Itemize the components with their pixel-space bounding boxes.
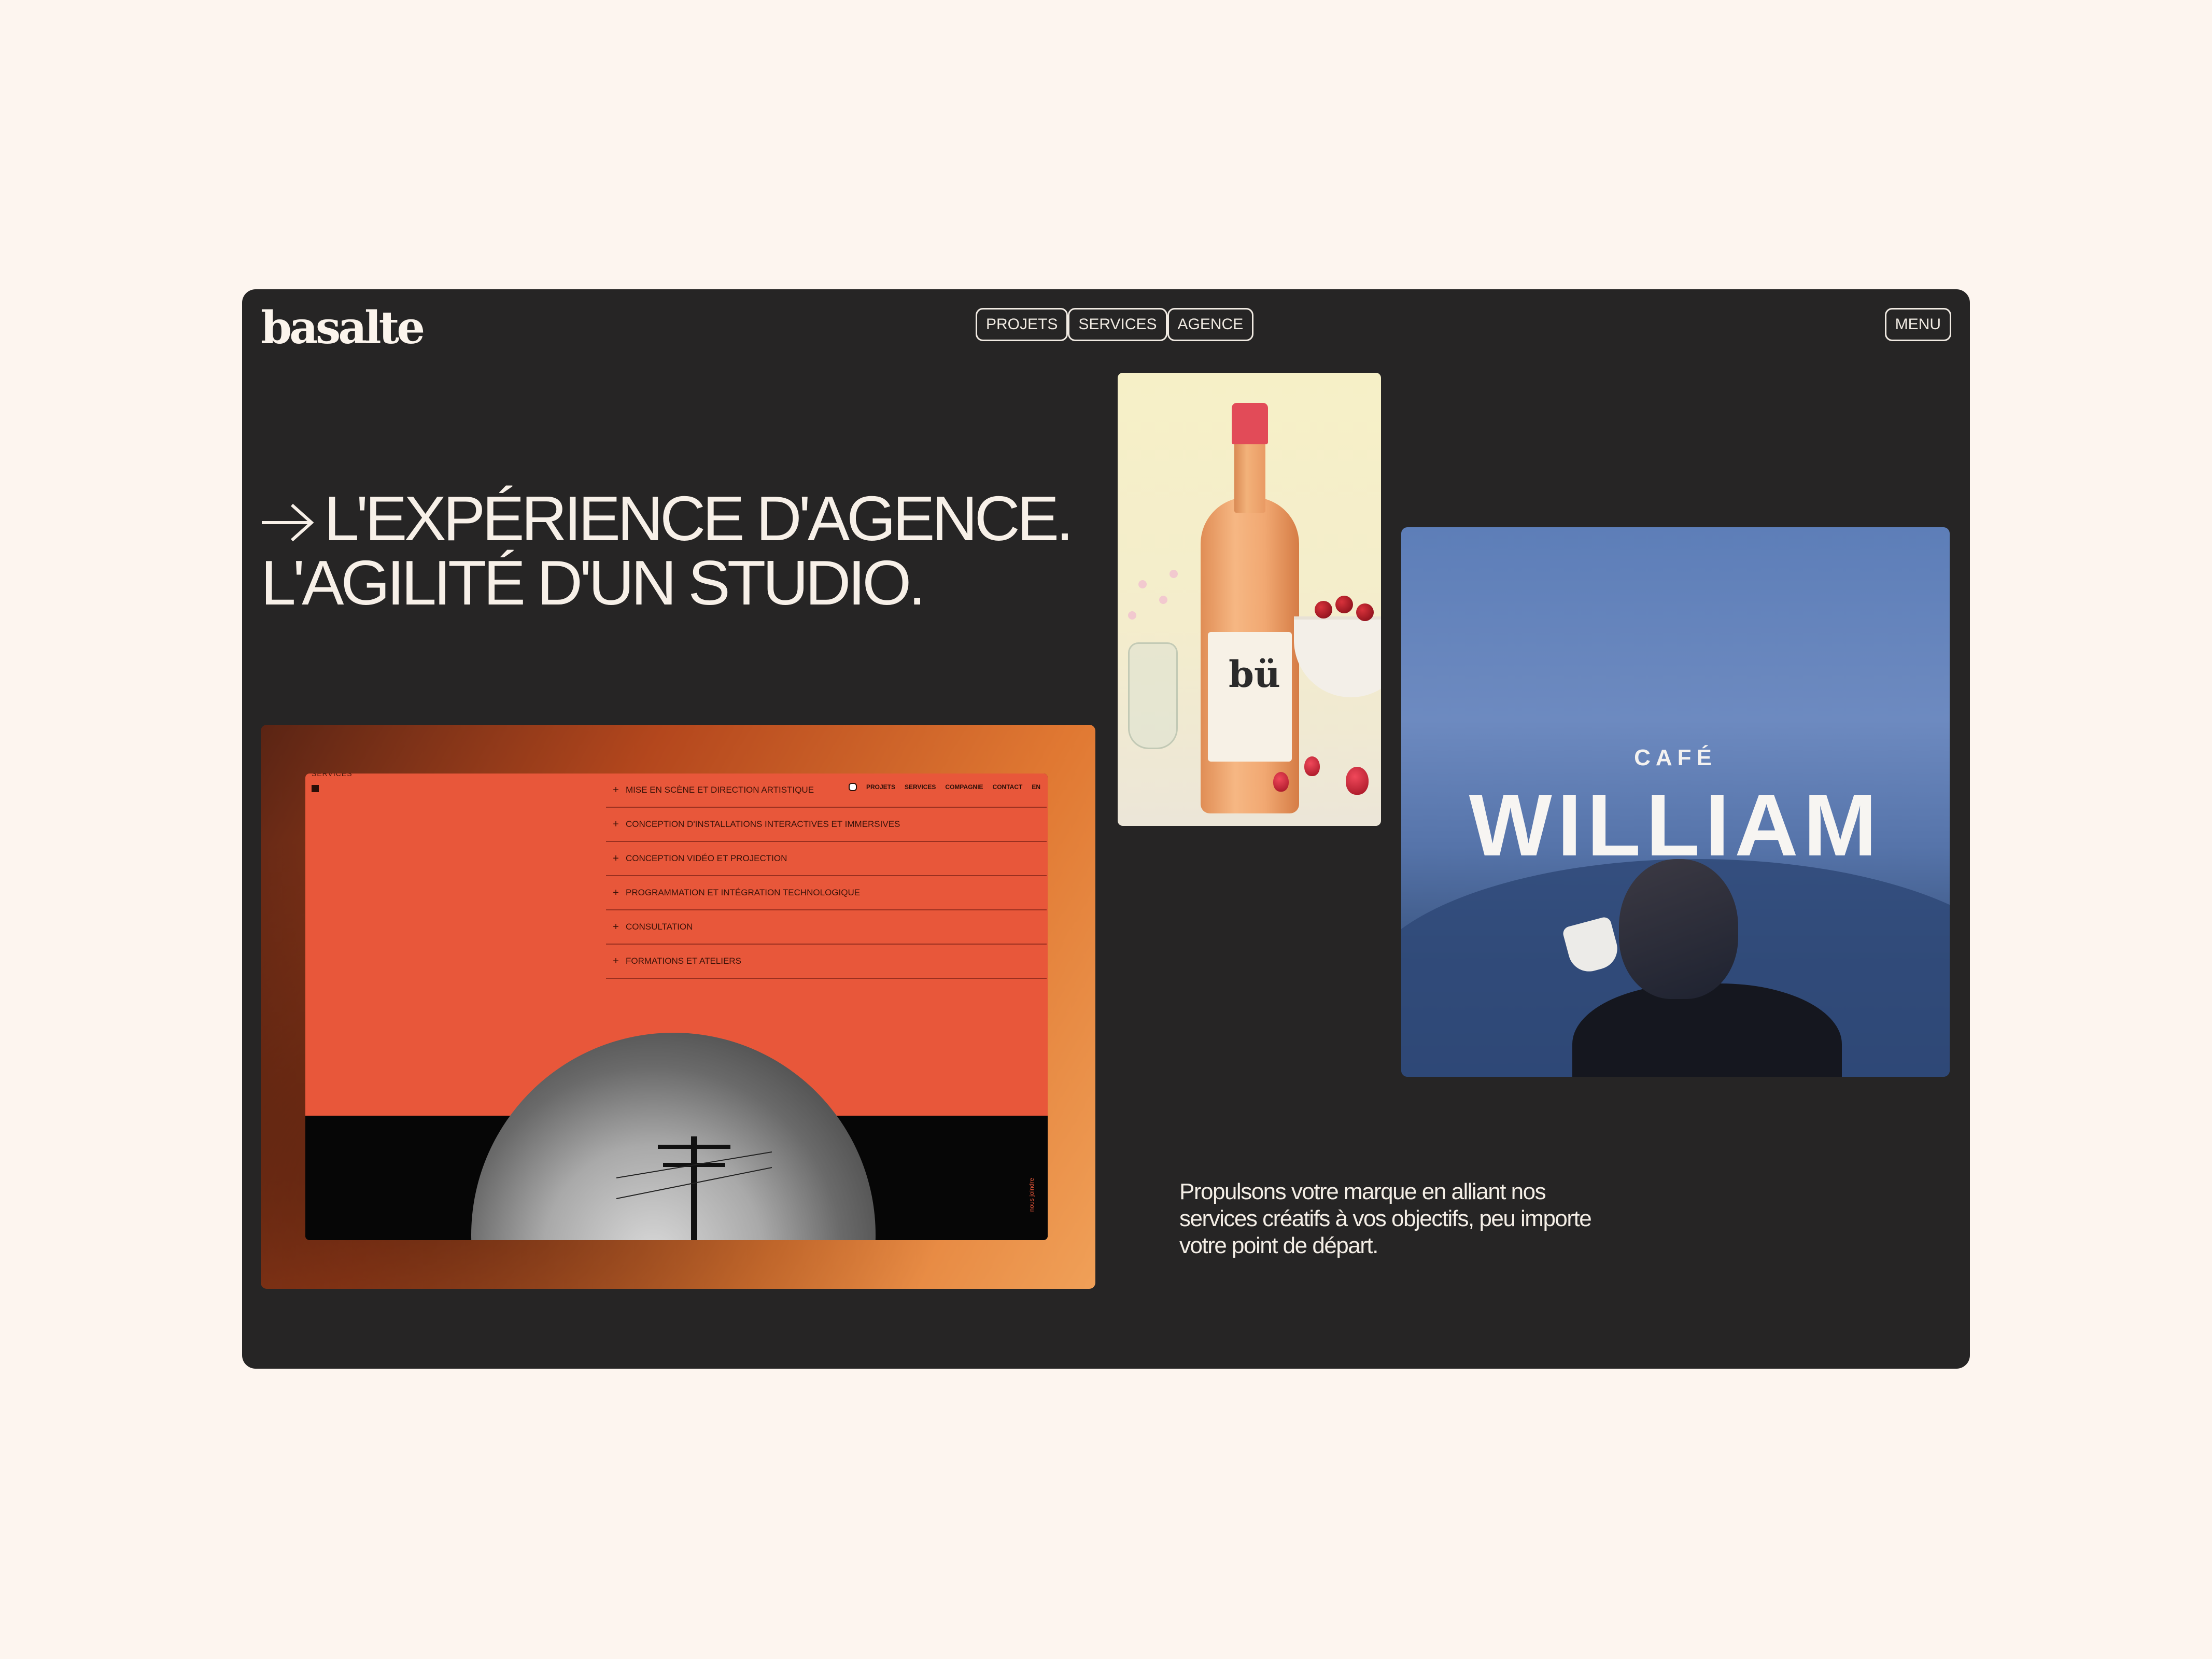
raspberry-image <box>1304 756 1320 776</box>
bottle-label-text: bü <box>1229 653 1280 696</box>
nav-projets-button[interactable]: PROJETS <box>976 308 1068 341</box>
menu-button[interactable]: MENU <box>1884 308 1951 341</box>
hero-line-2: L'AGILITÉ D'UN STUDIO. <box>261 547 926 618</box>
utility-pole-photo: nous joindre <box>305 1033 1048 1240</box>
service-label: PROGRAMMATION ET INTÉGRATION TECHNOLOGIQ… <box>626 888 861 897</box>
raspberry-image <box>1273 772 1289 792</box>
utility-pole-icon <box>616 1136 772 1240</box>
plus-icon: + <box>613 921 619 933</box>
photo-credit: nous joindre <box>1028 1178 1035 1212</box>
list-item: + CONCEPTION D'INSTALLATIONS INTERACTIVES… <box>606 808 1047 842</box>
services-screen-mockup: SERVICES PROJETS SERVICES COMPAGNIE CONT… <box>305 774 1048 1240</box>
service-label: CONSULTATION <box>626 922 693 932</box>
hero-headline: L'EXPÉRIENCE D'AGENCE. L'AGILITÉ D'UN ST… <box>261 483 1074 618</box>
tagline: Propulsons votre marque en alliant nos s… <box>1179 1179 1592 1258</box>
plus-icon: + <box>613 955 619 967</box>
hero-line-1-text: L'EXPÉRIENCE D'AGENCE. <box>324 483 1074 554</box>
plus-icon: + <box>613 784 619 796</box>
main-nav: PROJETS SERVICES AGENCE <box>976 308 1254 341</box>
project-card-services[interactable]: SERVICES PROJETS SERVICES COMPAGNIE CONT… <box>261 725 1095 1289</box>
flower-image <box>1138 580 1147 588</box>
list-item: + CONCEPTION VIDÉO ET PROJECTION <box>606 842 1047 876</box>
services-list: + MISE EN SCÈNE ET DIRECTION ARTISTIQUE +… <box>606 774 1047 979</box>
mini-logo-icon <box>312 785 319 792</box>
site-frame: basalte PROJETS SERVICES AGENCE MENU L'E… <box>242 289 1970 1369</box>
plus-icon: + <box>613 818 619 830</box>
service-label: FORMATIONS ET ATELIERS <box>626 956 741 966</box>
list-item: + FORMATIONS ET ATELIERS <box>606 945 1047 979</box>
cafe-pretitle: CAFÉ <box>1634 745 1717 770</box>
cherry-image <box>1315 601 1332 618</box>
arrow-right-icon <box>262 503 314 542</box>
flower-image <box>1128 611 1136 620</box>
list-item: + MISE EN SCÈNE ET DIRECTION ARTISTIQUE <box>606 774 1047 808</box>
bottle-cap <box>1232 403 1268 444</box>
services-section-label: SERVICES <box>312 774 353 778</box>
list-item: + CONSULTATION <box>606 910 1047 945</box>
nav-services-button[interactable]: SERVICES <box>1068 308 1167 341</box>
list-item: + PROGRAMMATION ET INTÉGRATION TECHNOLOGI… <box>606 876 1047 910</box>
bottle-label: bü <box>1208 632 1292 762</box>
cherry-bowl-image <box>1294 616 1381 697</box>
service-label: MISE EN SCÈNE ET DIRECTION ARTISTIQUE <box>626 785 814 795</box>
person-head <box>1619 859 1738 999</box>
project-card-wine[interactable]: bü <box>1118 373 1381 826</box>
plus-icon: + <box>613 887 619 898</box>
flower-image <box>1159 596 1167 604</box>
flower-vase-image <box>1128 642 1178 749</box>
service-label: CONCEPTION D'INSTALLATIONS INTERACTIVES … <box>626 819 900 829</box>
plus-icon: + <box>613 852 619 864</box>
hero-line-1: L'EXPÉRIENCE D'AGENCE. <box>261 483 1074 554</box>
service-label: CONCEPTION VIDÉO ET PROJECTION <box>626 853 787 863</box>
brand-logo[interactable]: basalte <box>261 302 425 354</box>
flower-image <box>1170 570 1178 578</box>
strawberry-image <box>1346 767 1369 795</box>
cherry-image <box>1335 596 1353 613</box>
cherry-image <box>1356 603 1374 621</box>
cafe-title: WILLIAM <box>1469 776 1882 875</box>
nav-agence-button[interactable]: AGENCE <box>1167 308 1254 341</box>
project-card-cafe-william[interactable]: CAFÉ WILLIAM <box>1401 527 1950 1077</box>
